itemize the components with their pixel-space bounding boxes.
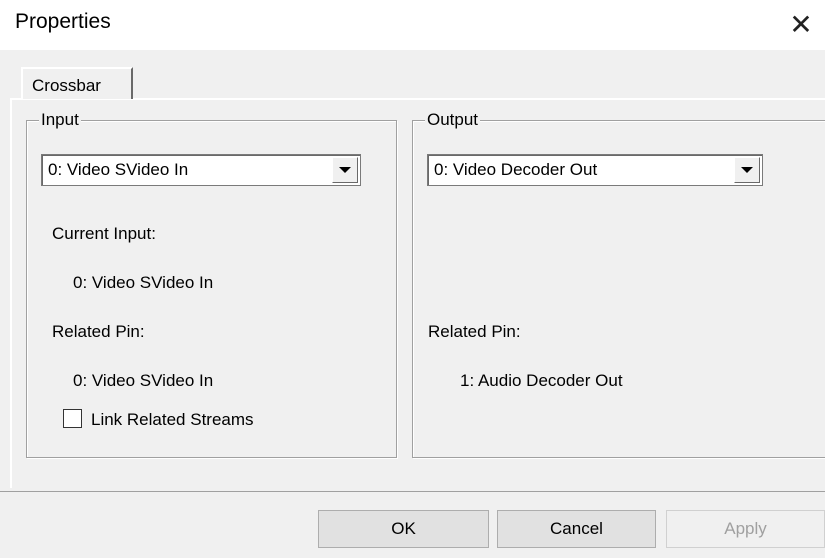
output-group-label: Output <box>425 110 481 130</box>
input-related-pin-label: Related Pin: <box>52 322 145 341</box>
window-title: Properties <box>15 10 111 33</box>
input-select[interactable]: 0: Video SVideo In <box>41 154 361 186</box>
output-related-pin-value: 1: Audio Decoder Out <box>460 371 623 390</box>
tab-crossbar[interactable]: Crossbar <box>21 67 133 99</box>
input-group: Input 0: Video SVideo In Current Input: … <box>26 110 397 458</box>
output-select-value: 0: Video Decoder Out <box>434 160 598 179</box>
output-select[interactable]: 0: Video Decoder Out <box>427 154 763 186</box>
close-icon: ✕ <box>789 8 813 40</box>
apply-button[interactable]: Apply <box>666 510 825 548</box>
output-select-dropdown-button[interactable] <box>734 157 760 183</box>
output-related-pin-label: Related Pin: <box>428 322 521 341</box>
current-input-label: Current Input: <box>52 224 156 243</box>
input-select-dropdown-button[interactable] <box>332 157 358 183</box>
link-related-streams-label[interactable]: Link Related Streams <box>91 410 254 430</box>
input-related-pin-value: 0: Video SVideo In <box>73 371 214 390</box>
close-button[interactable]: ✕ <box>777 0 825 48</box>
chevron-down-icon <box>741 167 753 173</box>
cancel-button[interactable]: Cancel <box>497 510 656 548</box>
current-input-value: 0: Video SVideo In <box>73 273 214 292</box>
ok-button[interactable]: OK <box>318 510 489 548</box>
chevron-down-icon <box>339 167 351 173</box>
output-group: Output 0: Video Decoder Out Related Pin:… <box>412 110 825 458</box>
input-group-label: Input <box>39 110 81 130</box>
input-select-value: 0: Video SVideo In <box>48 160 189 179</box>
title-bar: Properties ✕ <box>0 0 825 50</box>
link-related-streams-checkbox[interactable] <box>63 409 82 428</box>
dialog-client-area: Crossbar Input 0: Video SVideo In Curren… <box>0 50 825 558</box>
bottom-separator <box>0 491 825 492</box>
